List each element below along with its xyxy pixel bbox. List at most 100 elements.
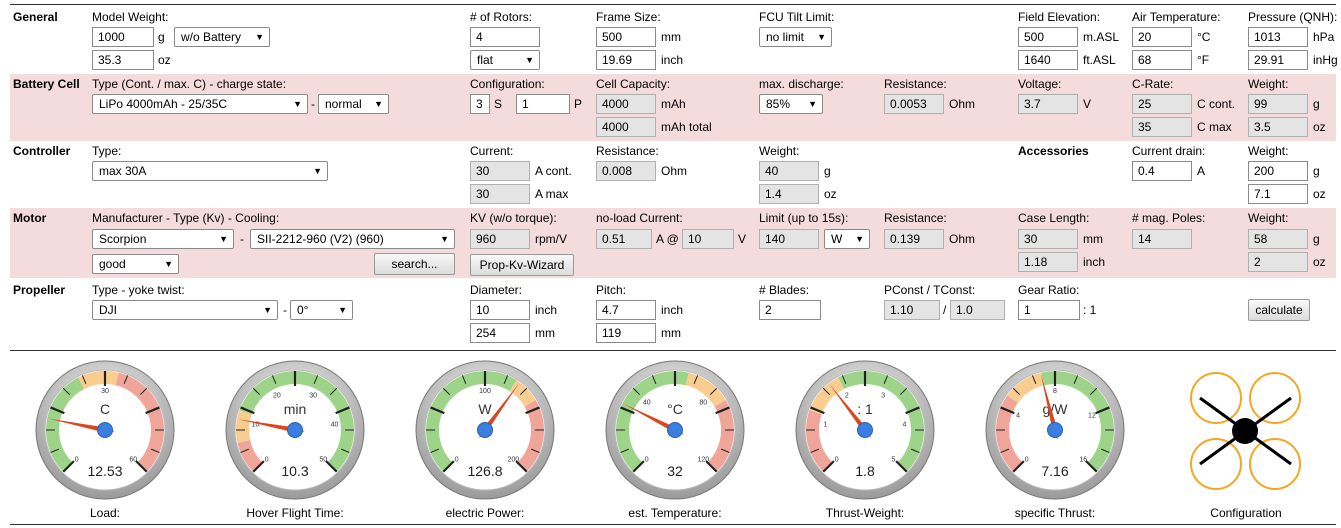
- motor-model-value: SII-2212-960 (V2) (960): [257, 232, 384, 246]
- gauge-value: 1.8: [855, 463, 875, 479]
- gauge-caption: Thrust-Weight:: [825, 506, 905, 520]
- chevron-down-icon: ▼: [525, 55, 534, 65]
- noload-label: no-load Current:: [596, 211, 683, 225]
- drain-unit: A: [1197, 164, 1206, 178]
- gauge-hub: [287, 422, 303, 438]
- accessories-weight-g-unit: g: [1313, 164, 1320, 178]
- gauge-2: 0 100 200 W 126.8: [415, 360, 555, 500]
- motor-model-select[interactable]: SII-2212-960 (V2) (960) ▼: [250, 229, 455, 249]
- controller-weight-oz-unit: oz: [824, 187, 837, 201]
- pconst-slash: /: [943, 303, 947, 317]
- controller-type-select[interactable]: max 30A ▼: [92, 161, 328, 181]
- general-title: General: [13, 10, 58, 24]
- gauge-tick-label: 20: [273, 392, 281, 399]
- gauge-tick-label: 8: [1053, 388, 1057, 395]
- chevron-down-icon: ▼: [855, 234, 864, 244]
- frame-mm-input[interactable]: 500: [596, 27, 656, 47]
- diameter-inch-unit: inch: [535, 303, 558, 317]
- elev-ft-input[interactable]: 1640: [1018, 50, 1078, 70]
- model-weight-g-input[interactable]: 1000: [92, 27, 154, 47]
- prop-kv-wizard-button[interactable]: Prop-Kv-Wizard: [470, 254, 574, 276]
- elev-label: Field Elevation:: [1018, 10, 1101, 24]
- motor-title: Motor: [13, 211, 47, 225]
- gauge-caption: est. Temperature:: [628, 506, 722, 520]
- diameter-mm-unit: mm: [535, 326, 555, 340]
- propeller-title: Propeller: [13, 283, 66, 297]
- gauge-tick-label: 0: [835, 456, 839, 463]
- controller-weight-oz: 1.4: [759, 184, 819, 204]
- yoke-twist-select[interactable]: 0° ▼: [290, 300, 353, 320]
- model-weight-label: Model Weight:: [92, 10, 169, 24]
- gauge-tick-label: 80: [699, 400, 707, 407]
- c-cont-unit: C cont.: [1197, 97, 1236, 111]
- limit-unit-select[interactable]: W ▼: [824, 229, 870, 249]
- battery-weight-g-unit: g: [1313, 97, 1320, 111]
- cells-s-input[interactable]: 3: [470, 94, 490, 114]
- gauge-tick-label: 30: [101, 388, 109, 395]
- accessories-weight-g-input[interactable]: 200: [1248, 161, 1308, 181]
- layout-select[interactable]: flat ▼: [470, 50, 540, 70]
- frame-inch-input[interactable]: 19.69: [596, 50, 656, 70]
- current-label: Current:: [470, 144, 514, 158]
- model-weight-oz-input[interactable]: 35.3: [92, 50, 154, 70]
- gear-ratio-input[interactable]: 1: [1018, 300, 1080, 320]
- manufacturer-select[interactable]: Scorpion ▼: [92, 229, 234, 249]
- gauge-hub: [667, 422, 683, 438]
- cooling-select[interactable]: good ▼: [92, 254, 179, 274]
- unit-inhg: inHg: [1313, 53, 1338, 67]
- noload-voltage-unit: V: [738, 232, 747, 246]
- pressure-label: Pressure (QNH):: [1248, 10, 1338, 24]
- frame-hub: [1232, 418, 1258, 444]
- gauge-tick-label: 40: [331, 422, 339, 429]
- chevron-down-icon: ▼: [313, 166, 322, 176]
- rotor-front-right: [1249, 372, 1301, 424]
- diameter-mm-input[interactable]: 254: [470, 323, 530, 343]
- pitch-inch-input[interactable]: 4.7: [596, 300, 656, 320]
- c-cont-value: 25: [1132, 94, 1192, 114]
- tconst-value: 1.0: [950, 300, 1005, 320]
- tilt-select[interactable]: no limit ▼: [759, 27, 832, 47]
- gauge-value: 10.3: [281, 463, 308, 479]
- calculate-button[interactable]: calculate: [1248, 299, 1310, 321]
- elev-m-input[interactable]: 500: [1018, 27, 1078, 47]
- pressure-hpa-input[interactable]: 1013: [1248, 27, 1308, 47]
- battery-dash: -: [311, 97, 315, 111]
- gauge-tick-label: 50: [319, 456, 327, 463]
- case-length-mm: 30: [1018, 229, 1078, 249]
- battery-mode-value: w/o Battery: [181, 30, 242, 44]
- unit-f: °F: [1197, 53, 1210, 67]
- blades-input[interactable]: 2: [759, 300, 821, 320]
- unit-oz: oz: [158, 53, 171, 67]
- unit-mah-total: mAh total: [661, 120, 712, 134]
- gauge-caption: electric Power:: [445, 506, 525, 520]
- discharge-select[interactable]: 85% ▼: [759, 94, 823, 114]
- pressure-inhg-input[interactable]: 29.91: [1248, 50, 1308, 70]
- battery-type-select[interactable]: LiPo 4000mAh - 25/35C ▼: [92, 94, 308, 114]
- gauge-caption: Load:: [89, 506, 121, 520]
- motor-weight-label: Weight:: [1248, 211, 1289, 225]
- search-button[interactable]: search...: [374, 253, 455, 275]
- unit-mm: mm: [661, 30, 681, 44]
- pitch-mm-input[interactable]: 119: [596, 323, 656, 343]
- air-f-input[interactable]: 68: [1132, 50, 1192, 70]
- air-c-input[interactable]: 20: [1132, 27, 1192, 47]
- motor-res-label: Resistance:: [884, 211, 947, 225]
- c-max-value: 35: [1132, 117, 1192, 137]
- accessories-weight-oz-input[interactable]: 7.1: [1248, 184, 1308, 204]
- bottom-border: [10, 524, 1336, 525]
- gauge-hub: [477, 422, 493, 438]
- quadcopter-config-icon: [1190, 372, 1301, 490]
- accessories-title: Accessories: [1018, 144, 1089, 158]
- gauge-tick-label: 4: [1016, 413, 1020, 420]
- cells-p-input[interactable]: 1: [516, 94, 570, 114]
- pitch-mm-unit: mm: [661, 326, 681, 340]
- controller-weight-g-unit: g: [824, 164, 831, 178]
- drain-input[interactable]: 0.4: [1132, 161, 1192, 181]
- gauge-hub: [97, 422, 113, 438]
- charge-state-select[interactable]: normal ▼: [318, 94, 389, 114]
- diameter-inch-input[interactable]: 10: [470, 300, 530, 320]
- rotors-input[interactable]: 4: [470, 27, 540, 47]
- prop-type-select[interactable]: DJI ▼: [92, 300, 278, 320]
- battery-mode-select[interactable]: w/o Battery ▼: [174, 27, 270, 47]
- motor-weight-g-unit: g: [1313, 232, 1320, 246]
